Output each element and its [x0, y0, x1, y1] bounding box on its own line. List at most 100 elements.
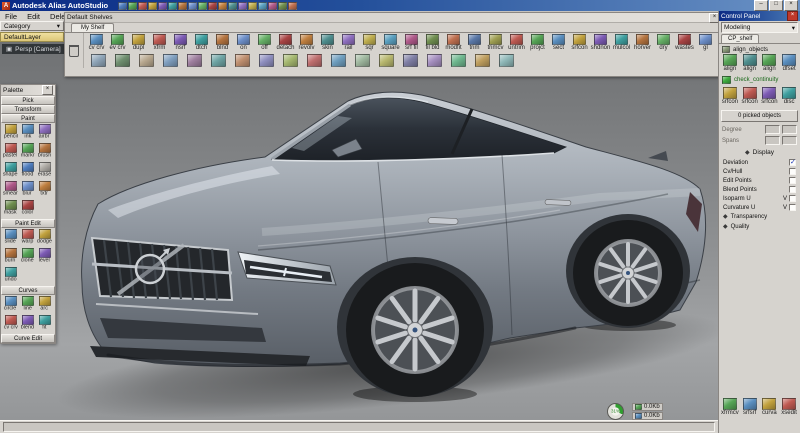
shelf-tool[interactable] — [254, 52, 278, 67]
shelf-tool[interactable]: revolv — [296, 34, 317, 52]
palette-tool[interactable]: erase — [36, 162, 53, 181]
palette-tool[interactable]: ink — [19, 124, 36, 143]
control-panel-titlebar[interactable]: Control Panel × — [719, 11, 800, 21]
shelf-tool[interactable] — [350, 52, 374, 67]
shelf-tool[interactable] — [110, 52, 134, 67]
shelf-tool[interactable]: srf fil — [401, 34, 422, 52]
palette-tool[interactable]: smear — [2, 181, 19, 200]
cp-tool[interactable]: disc — [780, 87, 798, 106]
shelf-tool[interactable]: on — [233, 34, 254, 52]
param-value-field-2[interactable] — [782, 136, 797, 145]
prompt-line[interactable] — [3, 422, 715, 432]
titlebar-tool-icon[interactable] — [228, 2, 237, 10]
shelf-tool[interactable]: trim — [464, 34, 485, 52]
param-value-field[interactable] — [765, 136, 780, 145]
palette-tool[interactable]: circle — [2, 296, 19, 315]
palette-tool[interactable]: flood — [19, 162, 36, 181]
shelf-tool[interactable] — [158, 52, 182, 67]
titlebar-tool-icon[interactable] — [278, 2, 287, 10]
shelf-tool[interactable]: dtch — [191, 34, 212, 52]
active-layer-tab[interactable]: DefaultLayer — [0, 32, 64, 42]
shelf-tool[interactable]: rail — [338, 34, 359, 52]
palette-section-curves[interactable]: Curves — [1, 286, 55, 295]
cp-bottom-tool[interactable]: srfsrf — [741, 398, 759, 417]
titlebar-tool-icon[interactable] — [148, 2, 157, 10]
titlebar-tool-icon[interactable] — [128, 2, 137, 10]
palette-tool[interactable]: pastel — [2, 143, 19, 162]
titlebar-tool-icon[interactable] — [188, 2, 197, 10]
shelf-tool[interactable]: cv crv — [86, 34, 107, 52]
titlebar-tool-icon[interactable] — [288, 2, 297, 10]
close-button[interactable]: × — [784, 0, 798, 11]
palette-section-curve-edit[interactable]: Curve Edit — [1, 334, 55, 343]
shelf-tool[interactable]: modfit — [443, 34, 464, 52]
shelf-tool[interactable]: ev crv — [107, 34, 128, 52]
palette-tool[interactable]: txtr — [36, 181, 53, 200]
palette-tool[interactable]: level — [36, 248, 53, 267]
titlebar-tool-icon[interactable] — [198, 2, 207, 10]
palette-tool[interactable]: dodge — [36, 229, 53, 248]
display-option-checkbox[interactable]: ✓ — [789, 159, 796, 166]
param-value-field-2[interactable] — [782, 125, 797, 134]
cp-tool[interactable]: dfset — [780, 54, 798, 73]
cp-tool[interactable]: srfcon — [761, 87, 779, 106]
shelf-tool[interactable] — [230, 52, 254, 67]
palette-tool[interactable]: markr — [19, 143, 36, 162]
shelf-tool[interactable]: detach — [275, 34, 296, 52]
display-option-checkbox[interactable] — [789, 177, 796, 184]
tab-my-shelf[interactable]: My Shelf — [71, 23, 114, 32]
titlebar[interactable]: A Autodesk Alias AutoStudio — [0, 0, 800, 11]
titlebar-tool-icon[interactable] — [208, 2, 217, 10]
viewport-camera-label[interactable]: ▣ Persp [Camera] — [2, 44, 65, 54]
shelf-tool[interactable]: shdnon — [590, 34, 611, 52]
shelf-tool[interactable] — [278, 52, 302, 67]
palette-tool[interactable]: pencil — [2, 124, 19, 143]
palette-tool[interactable]: cv crv — [2, 315, 19, 334]
cp-tool[interactable]: srfcon — [741, 87, 759, 106]
palette-tool[interactable]: burn — [2, 248, 19, 267]
shelf-tool[interactable] — [422, 52, 446, 67]
collapsed-section-row[interactable]: ◆ Transparency — [719, 212, 800, 222]
palette-tool[interactable]: blur — [19, 181, 36, 200]
control-panel-close-icon[interactable]: × — [787, 11, 798, 21]
param-value-field[interactable] — [765, 125, 780, 134]
tab-cp-shelf[interactable]: CP_shelf — [721, 34, 759, 43]
shelf-tool[interactable] — [494, 52, 518, 67]
palette-tool[interactable]: shape — [2, 162, 19, 181]
shelf-tool[interactable] — [134, 52, 158, 67]
cp-bottom-tool[interactable]: curva — [761, 398, 779, 417]
palette-tool[interactable]: clone — [19, 248, 36, 267]
cp-tool[interactable]: srfcon — [721, 87, 739, 106]
titlebar-tool-icon[interactable] — [258, 2, 267, 10]
shelf-tool[interactable]: mulcol — [611, 34, 632, 52]
shelf-tool[interactable] — [470, 52, 494, 67]
titlebar-tool-icon[interactable] — [218, 2, 227, 10]
palette-tool[interactable]: mask — [2, 200, 19, 219]
cp-tool[interactable]: align — [721, 54, 739, 73]
palette-tool[interactable]: undo — [2, 267, 19, 286]
titlebar-tool-icon[interactable] — [138, 2, 147, 10]
display-option-checkbox[interactable] — [789, 168, 796, 175]
titlebar-tool-icon[interactable] — [238, 2, 247, 10]
shelf-tool[interactable]: skin — [317, 34, 338, 52]
shelf-tool[interactable]: horver — [632, 34, 653, 52]
palette-tool[interactable]: blend — [19, 315, 36, 334]
display-option-checkbox[interactable] — [789, 195, 796, 202]
shelf-tool[interactable]: trimcv — [485, 34, 506, 52]
palette-section-paint[interactable]: Paint — [1, 114, 55, 123]
shelf-tool[interactable]: fil bld — [422, 34, 443, 52]
titlebar-tool-icon[interactable] — [158, 2, 167, 10]
titlebar-tool-icon[interactable] — [178, 2, 187, 10]
perspective-viewport[interactable]: ▣ Persp [Camera] — [0, 42, 718, 420]
titlebar-tool-icon[interactable] — [118, 2, 127, 10]
shelf-tool[interactable] — [326, 52, 350, 67]
shelf-tool[interactable]: xfrm — [149, 34, 170, 52]
titlebar-tool-icon[interactable] — [248, 2, 257, 10]
shelf-tool[interactable]: gl — [695, 34, 716, 52]
cp-bottom-tool[interactable]: xsedit — [780, 398, 798, 417]
palette-tool[interactable]: warp — [19, 229, 36, 248]
collapsed-section-row[interactable]: ◆ Quality — [719, 222, 800, 232]
palette-tool[interactable]: slide — [2, 229, 19, 248]
layer-category-header[interactable]: Category ▾ — [0, 21, 64, 31]
shelf-tool[interactable]: blnd — [212, 34, 233, 52]
